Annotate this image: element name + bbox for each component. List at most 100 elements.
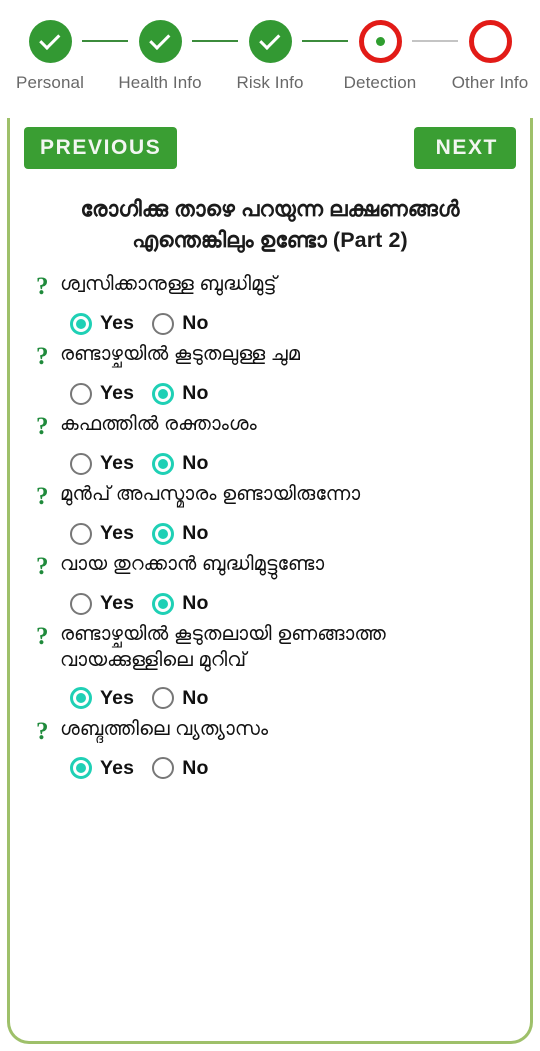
stepper-circle-wrap — [28, 18, 72, 64]
question-row: ? മുൻപ് അപസ്മാരം ഉണ്ടായിരുന്നോ — [24, 482, 516, 509]
radio-yes-selected[interactable] — [70, 757, 92, 780]
answer-label-yes: Yes — [100, 312, 135, 335]
radio-no-selected[interactable] — [152, 382, 175, 405]
answer-option-yes[interactable]: Yes — [70, 687, 134, 710]
question-row: ? രണ്ടാഴ്ചയില്‍ കൂടുതലായി ഉണങ്ങാത്ത വായക്… — [24, 622, 516, 674]
question-mark-icon: ? — [36, 553, 49, 581]
answer-option-no[interactable]: No — [152, 757, 208, 780]
form-card: PREVIOUS NEXT രോഗിക്കു താഴെ പറയുന്ന ലക്ഷ… — [7, 118, 533, 1044]
radio-no-unselected[interactable] — [152, 687, 175, 710]
stepper-step-label: Detection — [343, 73, 417, 92]
question-row: ? ശ്വസിക്കാനുള്ള ബുദ്ധിമുട്ട് — [24, 272, 516, 299]
answer-group: Yes No — [24, 452, 516, 475]
answer-option-no[interactable]: No — [152, 592, 208, 615]
answer-option-yes[interactable]: Yes — [70, 312, 134, 335]
stepper-circle-wrap — [358, 18, 402, 64]
answer-option-yes[interactable]: Yes — [70, 757, 134, 780]
question-mark-icon: ? — [36, 273, 49, 301]
question-text: വായ തുറക്കാൻ ബുദ്ധിമുട്ടുണ്ടോ — [60, 553, 325, 576]
stepper-row: Personal Health Info Risk Info Detection Oth… — [0, 0, 540, 93]
radio-inner-dot — [76, 318, 86, 329]
question-list: ? ശ്വസിക്കാനുള്ള ബുദ്ധിമുട്ട് Yes No? രണ്ടാഴ… — [24, 272, 516, 780]
check-glyph — [148, 28, 170, 50]
answer-label-no: No — [182, 312, 209, 335]
answer-label-no: No — [182, 452, 209, 475]
form-card-inner: PREVIOUS NEXT രോഗിക്കു താഴെ പറയുന്ന ലക്ഷ… — [10, 118, 530, 780]
question-text: മുൻപ് അപസ്മാരം ഉണ്ടായിരുന്നോ — [60, 483, 361, 506]
answer-option-no[interactable]: No — [152, 522, 208, 545]
radio-no-unselected[interactable] — [152, 757, 175, 780]
stepper-step-label: Other Info — [451, 73, 529, 92]
answer-label-no: No — [182, 592, 209, 615]
answer-group: Yes No — [24, 382, 516, 405]
radio-yes-unselected[interactable] — [70, 452, 92, 475]
question-block: ? രണ്ടാഴ്ചയില്‍ കൂടുതലായി ഉണങ്ങാത്ത വായക്… — [24, 622, 516, 710]
answer-option-yes[interactable]: Yes — [70, 382, 134, 405]
current-step-dot-icon — [358, 19, 402, 63]
answer-group: Yes No — [24, 312, 516, 335]
radio-inner-dot — [76, 693, 86, 704]
answer-option-no[interactable]: No — [152, 312, 208, 335]
answer-label-yes: Yes — [100, 382, 135, 405]
radio-no-selected[interactable] — [152, 522, 175, 545]
form-section-title: രോഗിക്കു താഴെ പറയുന്ന ലക്ഷണങ്ങൾ എന്തെങ്ക… — [80, 197, 460, 252]
radio-yes-unselected[interactable] — [70, 522, 92, 545]
check-glyph — [38, 28, 60, 50]
check-icon — [28, 19, 72, 63]
stepper-circle-wrap — [468, 18, 512, 64]
answer-option-yes[interactable]: Yes — [70, 452, 134, 475]
radio-inner-dot — [76, 763, 86, 774]
previous-button[interactable]: PREVIOUS — [24, 127, 178, 169]
answer-group: Yes No — [24, 687, 516, 710]
question-mark-icon: ? — [36, 717, 49, 745]
question-block: ? കഫത്തില്‍ രക്താംശം Yes No — [24, 412, 516, 475]
progress-stepper: Personal Health Info Risk Info Detection Oth… — [0, 0, 540, 118]
check-glyph — [258, 28, 280, 50]
stepper-step-other-info[interactable]: Other Info — [440, 18, 540, 93]
answer-group: Yes No — [24, 592, 516, 615]
question-mark-icon: ? — [36, 623, 49, 651]
stepper-step-label: Personal — [16, 73, 84, 92]
next-button[interactable]: NEXT — [413, 127, 516, 169]
answer-option-no[interactable]: No — [152, 382, 208, 405]
answer-option-yes[interactable]: Yes — [70, 592, 134, 615]
stepper-step-label: Risk Info — [236, 73, 304, 92]
radio-yes-selected[interactable] — [70, 312, 92, 335]
radio-yes-unselected[interactable] — [70, 382, 92, 405]
radio-yes-selected[interactable] — [70, 687, 92, 710]
answer-option-yes[interactable]: Yes — [70, 522, 134, 545]
question-block: ? രണ്ടാഴ്ചയില്‍ കൂടുതലുള്ള ചുമ Yes No — [24, 342, 516, 405]
question-mark-icon: ? — [36, 483, 49, 511]
stepper-step-label: Health Info — [118, 73, 202, 92]
check-icon — [248, 19, 292, 63]
question-row: ? വായ തുറക്കാൻ ബുദ്ധിമുട്ടുണ്ടോ — [24, 552, 516, 579]
stepper-circle-wrap — [248, 18, 292, 64]
question-text: രണ്ടാഴ്ചയില്‍ കൂടുതലായി ഉണങ്ങാത്ത വായക്ക… — [60, 623, 386, 671]
radio-inner-dot — [158, 388, 169, 399]
radio-no-selected[interactable] — [152, 452, 175, 475]
question-text: കഫത്തില്‍ രക്താംശം — [60, 413, 257, 436]
answer-label-no: No — [182, 686, 209, 709]
question-mark-icon: ? — [36, 343, 49, 371]
form-navigation: PREVIOUS NEXT — [24, 118, 516, 169]
radio-no-selected[interactable] — [152, 592, 175, 615]
question-mark-icon: ? — [36, 413, 49, 441]
answer-label-yes: Yes — [100, 522, 135, 545]
check-icon — [138, 19, 182, 63]
question-block: ? വായ തുറക്കാൻ ബുദ്ധിമുട്ടുണ്ടോ Yes No — [24, 552, 516, 615]
question-row: ? രണ്ടാഴ്ചയില്‍ കൂടുതലുള്ള ചുമ — [24, 342, 516, 369]
question-text: രണ്ടാഴ്ചയില്‍ കൂടുതലുള്ള ചുമ — [60, 343, 301, 366]
answer-label-yes: Yes — [100, 756, 135, 779]
question-row: ? കഫത്തില്‍ രക്താംശം — [24, 412, 516, 439]
answer-option-no[interactable]: No — [152, 687, 208, 710]
answer-option-no[interactable]: No — [152, 452, 208, 475]
radio-yes-unselected[interactable] — [70, 592, 92, 615]
radio-inner-dot — [158, 458, 169, 469]
question-block: ? ശബ്ദത്തിലെ വ്യത്യാസം Yes No — [24, 717, 516, 780]
radio-no-unselected[interactable] — [152, 312, 175, 335]
answer-label-no: No — [182, 522, 209, 545]
answer-group: Yes No — [24, 757, 516, 780]
question-block: ? മുൻപ് അപസ്മാരം ഉണ്ടായിരുന്നോ Yes No — [24, 482, 516, 545]
question-text: ശബ്ദത്തിലെ വ്യത്യാസം — [60, 717, 269, 740]
question-row: ? ശബ്ദത്തിലെ വ്യത്യാസം — [24, 717, 516, 744]
